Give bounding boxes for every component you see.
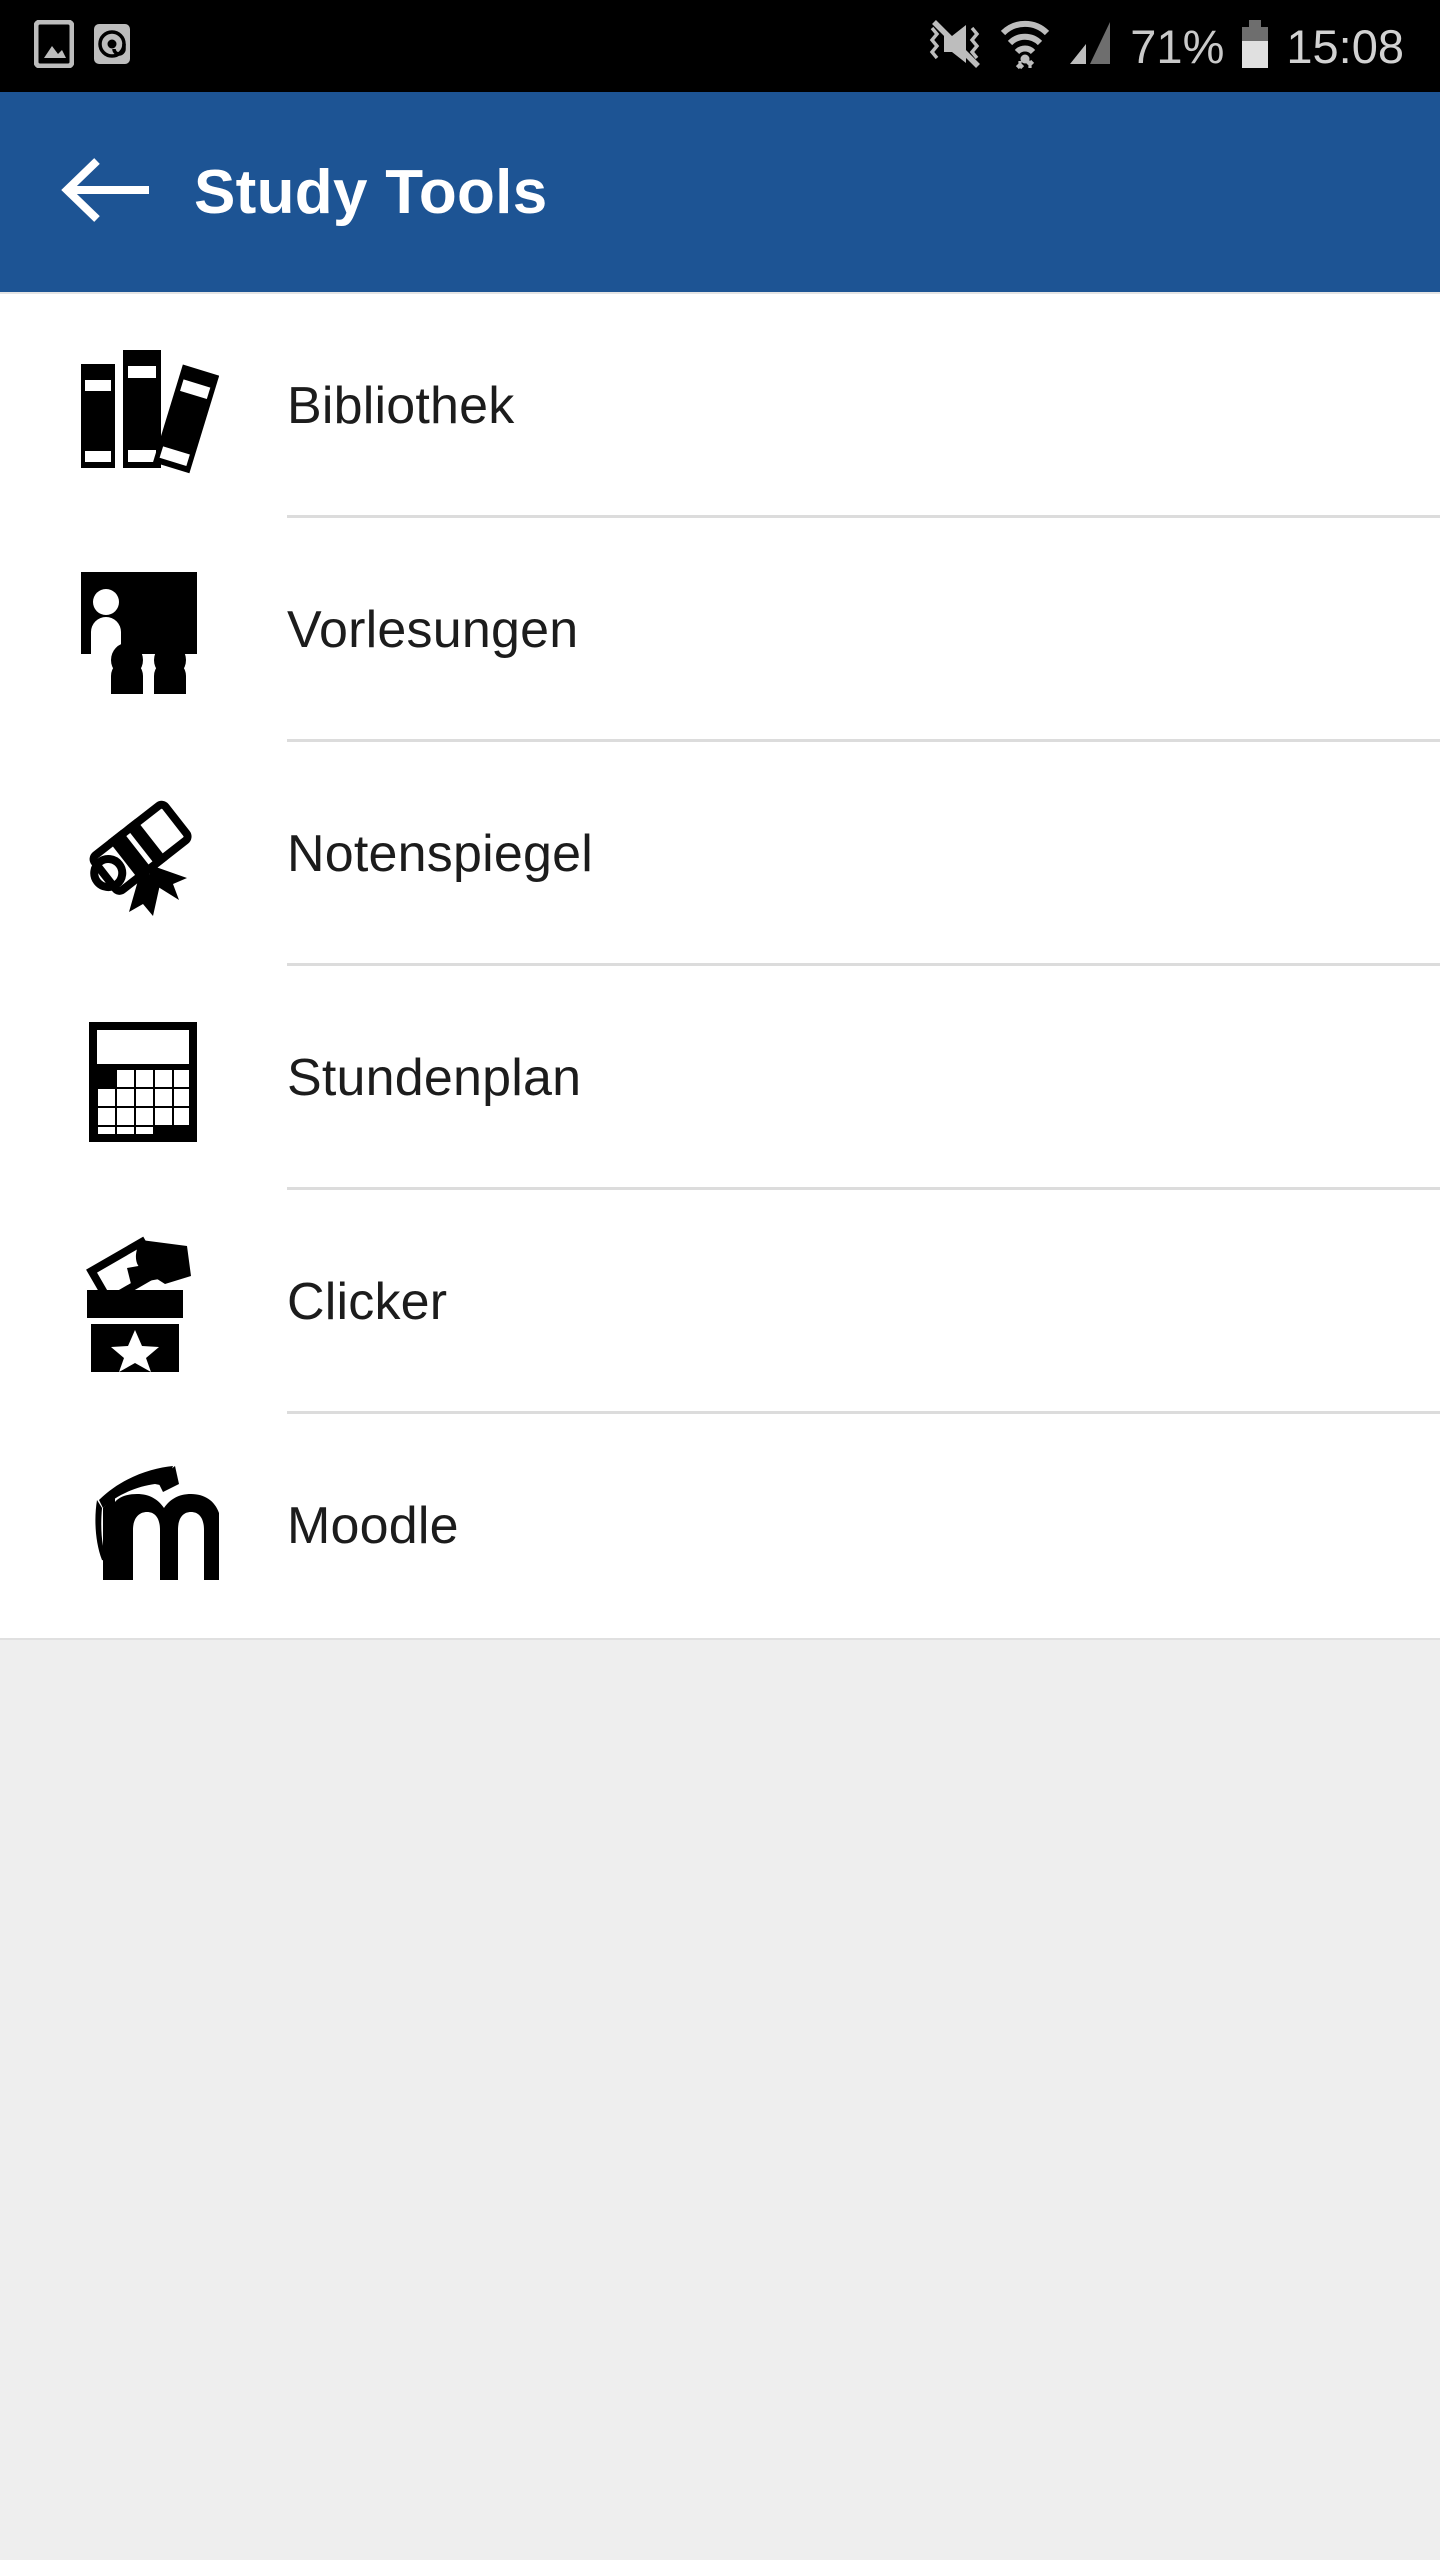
- list-item-label: Bibliothek: [287, 377, 515, 435]
- vibrate-mute-icon: [926, 18, 984, 75]
- list-item-label: Clicker: [287, 1273, 448, 1331]
- status-bar-left-icons: [0, 19, 132, 73]
- calendar-icon: [0, 966, 287, 1190]
- ballot-box-icon: [0, 1190, 287, 1414]
- app-bar: Study Tools: [0, 92, 1440, 292]
- books-icon: [0, 294, 287, 518]
- screenshot-image-icon: [33, 19, 75, 73]
- status-bar-right-icons: 71% 15:08: [926, 17, 1440, 76]
- list-item-label: Notenspiegel: [287, 825, 593, 883]
- list-item-label: Stundenplan: [287, 1049, 582, 1107]
- empty-content-area: [0, 1640, 1440, 2560]
- list-item-label: Vorlesungen: [287, 601, 579, 659]
- phone-screen: 71% 15:08 Study Tools Bibliothek Vorlesu…: [0, 0, 1440, 2560]
- battery-icon: [1240, 18, 1270, 75]
- diploma-scroll-icon: [0, 742, 287, 966]
- status-bar: 71% 15:08: [0, 0, 1440, 92]
- back-arrow-icon: [61, 155, 155, 230]
- cellular-signal-icon: [1066, 18, 1114, 75]
- wifi-icon: [1000, 17, 1050, 76]
- status-bar-clock: 15:08: [1286, 19, 1404, 73]
- battery-percent-label: 71%: [1130, 19, 1225, 73]
- back-button[interactable]: [48, 132, 168, 252]
- email-at-icon: [92, 22, 132, 71]
- list-item-bibliothek[interactable]: Bibliothek: [0, 294, 1440, 518]
- moodle-logo-icon: [0, 1414, 287, 1638]
- list-item-stundenplan[interactable]: Stundenplan: [0, 966, 1440, 1190]
- list-item-label: Moodle: [287, 1497, 459, 1555]
- list-item-clicker[interactable]: Clicker: [0, 1190, 1440, 1414]
- list-item-moodle[interactable]: Moodle: [0, 1414, 1440, 1638]
- study-tools-list: Bibliothek Vorlesungen Notenspiegel Stun…: [0, 292, 1440, 1641]
- list-item-vorlesungen[interactable]: Vorlesungen: [0, 518, 1440, 742]
- lecture-icon: [0, 518, 287, 742]
- list-item-notenspiegel: Notenspiegel: [0, 742, 1440, 966]
- page-title: Study Tools: [194, 157, 548, 227]
